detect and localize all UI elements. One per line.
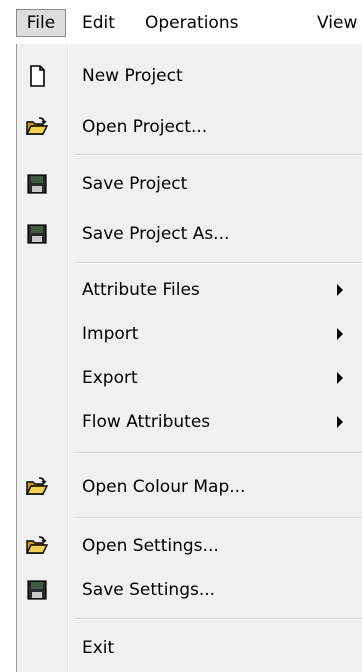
menu-item-save-project[interactable]: Save Project bbox=[17, 164, 362, 204]
menu-separator bbox=[75, 262, 362, 264]
submenu-arrow-icon bbox=[337, 416, 343, 428]
menu-separator bbox=[75, 618, 362, 620]
floppy-disk-icon bbox=[25, 578, 49, 602]
open-folder-icon bbox=[25, 475, 49, 499]
menu-item-exit[interactable]: Exit bbox=[17, 628, 362, 668]
menu-item-label: Save Project bbox=[82, 174, 188, 194]
menu-item-label: Export bbox=[82, 368, 138, 388]
menu-item-flow-attributes[interactable]: Flow Attributes bbox=[17, 402, 362, 442]
submenu-arrow-icon bbox=[337, 372, 343, 384]
menu-item-label: Attribute Files bbox=[82, 280, 200, 300]
menu-item-open-project[interactable]: Open Project... bbox=[17, 107, 362, 147]
submenu-arrow-icon bbox=[337, 284, 343, 296]
menu-item-label: Open Settings... bbox=[82, 536, 219, 556]
menu-operations[interactable]: Operations bbox=[145, 10, 238, 36]
new-document-icon bbox=[25, 64, 49, 88]
menu-item-attribute-files[interactable]: Attribute Files bbox=[17, 270, 362, 310]
menu-item-label: Open Colour Map... bbox=[82, 477, 246, 497]
menu-view[interactable]: View bbox=[317, 10, 357, 36]
menu-bar: File Edit Operations View bbox=[0, 0, 362, 44]
open-folder-icon bbox=[25, 534, 49, 558]
menu-item-save-project-as[interactable]: Save Project As... bbox=[17, 214, 362, 254]
menu-item-label: Import bbox=[82, 324, 139, 344]
open-folder-icon bbox=[25, 115, 49, 139]
menu-item-new-project[interactable]: New Project bbox=[17, 56, 362, 96]
menu-item-label: Open Project... bbox=[82, 117, 208, 137]
submenu-arrow-icon bbox=[337, 328, 343, 340]
menu-edit[interactable]: Edit bbox=[82, 10, 115, 36]
menu-separator bbox=[75, 517, 362, 519]
menu-item-open-settings[interactable]: Open Settings... bbox=[17, 526, 362, 566]
menu-item-label: Flow Attributes bbox=[82, 412, 211, 432]
menu-file[interactable]: File bbox=[16, 9, 66, 37]
menu-item-label: New Project bbox=[82, 66, 183, 86]
menu-separator bbox=[75, 154, 362, 156]
floppy-disk-icon bbox=[25, 172, 49, 196]
menu-item-label: Exit bbox=[82, 638, 115, 658]
menu-item-label: Save Project As... bbox=[82, 224, 230, 244]
menu-item-open-colour-map[interactable]: Open Colour Map... bbox=[17, 467, 362, 507]
file-dropdown-menu: New Project Open Project... Save Project bbox=[16, 44, 362, 672]
menu-item-save-settings[interactable]: Save Settings... bbox=[17, 570, 362, 610]
menu-item-export[interactable]: Export bbox=[17, 358, 362, 398]
floppy-disk-icon bbox=[25, 222, 49, 246]
menu-separator bbox=[75, 452, 362, 454]
menu-item-label: Save Settings... bbox=[82, 580, 216, 600]
menu-item-import[interactable]: Import bbox=[17, 314, 362, 354]
